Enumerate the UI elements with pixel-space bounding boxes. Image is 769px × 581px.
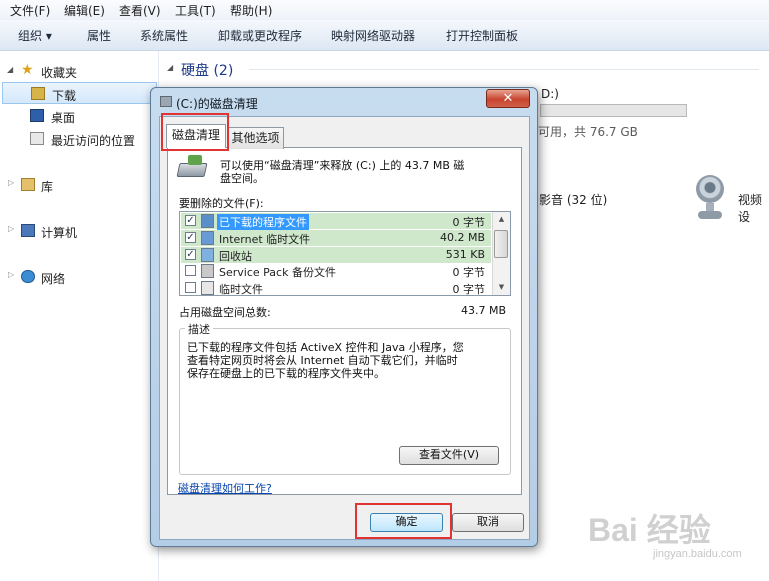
close-button[interactable]: ✕ — [486, 89, 530, 108]
expand-arrow-icon[interactable]: ▷ — [8, 224, 14, 233]
scroll-down-arrow-icon[interactable]: ▼ — [494, 280, 509, 294]
nav-label: 计算机 — [41, 226, 78, 240]
system-properties-button[interactable]: 系统属性 — [140, 27, 188, 44]
file-row[interactable]: Service Pack 备份文件 0 字节 — [181, 263, 491, 279]
file-type-icon — [201, 247, 214, 262]
file-row[interactable]: 临时文件 0 字节 — [181, 280, 491, 296]
music-folder-label[interactable]: 影音 (32 位) — [539, 191, 607, 208]
section-divider — [249, 69, 759, 70]
open-control-panel-button[interactable]: 打开控制面板 — [446, 27, 518, 44]
cancel-button[interactable]: 取消 — [452, 513, 524, 532]
nav-label: 下载 — [52, 89, 77, 103]
description-line: 保存在硬盘上的已下载的程序文件夹中。 — [187, 367, 385, 380]
file-size: 0 字节 — [452, 216, 486, 229]
menu-edit[interactable]: 编辑(E) — [64, 2, 105, 19]
star-icon: ★ — [21, 62, 34, 78]
checkbox-checked-icon[interactable]: ✓ — [185, 231, 196, 243]
network-icon — [21, 270, 35, 283]
file-size: 0 字节 — [452, 266, 486, 280]
scrollbar-thumb[interactable] — [494, 230, 508, 258]
nav-label: 库 — [41, 180, 54, 194]
nav-label: 最近访问的位置 — [51, 134, 136, 148]
highlight-box-tab — [161, 113, 229, 151]
collapse-arrow-icon[interactable]: ◢ — [167, 63, 173, 72]
drive-d-usage-bar — [540, 104, 687, 117]
nav-label: 收藏夹 — [41, 66, 78, 80]
dialog-title: (C:)的磁盘清理 — [176, 97, 258, 111]
highlight-box-ok — [355, 503, 452, 539]
library-icon — [21, 178, 35, 191]
drive-d-label: D:) — [541, 87, 559, 101]
section-title: 硬盘 (2) — [181, 63, 234, 79]
checkbox-checked-icon[interactable]: ✓ — [185, 248, 196, 260]
video-device-label[interactable]: 视频设 — [738, 191, 769, 225]
desktop-icon — [30, 109, 44, 122]
menu-file[interactable]: 文件(F) — [10, 2, 50, 19]
computer-icon — [21, 224, 35, 237]
menu-help[interactable]: 帮助(H) — [230, 2, 272, 19]
scroll-up-arrow-icon[interactable]: ▲ — [494, 212, 509, 226]
file-type-icon — [201, 281, 214, 296]
menu-bar: 文件(F) 编辑(E) 查看(V) 工具(T) 帮助(H) — [0, 0, 769, 21]
disk-cleanup-icon — [176, 155, 210, 179]
file-type-icon — [201, 230, 214, 245]
menu-tools[interactable]: 工具(T) — [175, 2, 216, 19]
expand-arrow-icon[interactable]: ▷ — [8, 178, 14, 187]
folder-download-icon — [31, 87, 45, 100]
file-row[interactable]: ✓ 已下载的程序文件 0 字节 — [181, 213, 491, 230]
file-type-icon — [201, 214, 214, 228]
watermark-url: jingyan.baidu.com — [653, 548, 742, 560]
nav-network[interactable]: ▷ 网络 — [0, 266, 158, 288]
files-to-delete-label: 要删除的文件(F): — [179, 197, 264, 210]
nav-desktop[interactable]: 桌面 — [0, 105, 158, 127]
file-name: 临时文件 — [219, 283, 263, 297]
file-row[interactable]: ✓ Internet 临时文件 40.2 MB — [181, 229, 491, 246]
checkbox-icon[interactable] — [185, 265, 196, 277]
webcam-icon[interactable] — [694, 175, 726, 221]
file-name: 已下载的程序文件 — [217, 214, 309, 230]
tab-more-options[interactable]: 其他选项 — [227, 127, 284, 149]
file-row[interactable]: ✓ 回收站 531 KB — [181, 246, 491, 263]
disk-cleanup-icon — [160, 96, 172, 107]
nav-favorites[interactable]: ◢ ★ 收藏夹 — [0, 60, 158, 82]
file-size: 531 KB — [445, 247, 485, 261]
total-space-value: 43.7 MB — [461, 304, 507, 317]
command-bar: 组织 ▾ 属性 系统属性 卸载或更改程序 映射网络驱动器 打开控制面板 — [0, 20, 769, 51]
file-size: 0 字节 — [452, 283, 486, 297]
nav-downloads[interactable]: 下载 — [2, 82, 157, 104]
intro-text-line2: 盘空间。 — [220, 172, 264, 185]
collapse-arrow-icon[interactable]: ◢ — [7, 65, 13, 74]
checkbox-icon[interactable] — [185, 282, 196, 294]
file-name: Internet 临时文件 — [219, 232, 311, 246]
properties-button[interactable]: 属性 — [87, 27, 111, 44]
nav-label: 网络 — [41, 272, 66, 286]
file-type-icon — [201, 264, 214, 279]
uninstall-program-button[interactable]: 卸载或更改程序 — [218, 27, 302, 44]
drive-d-space: 可用，共 76.7 GB — [538, 125, 638, 139]
expand-arrow-icon[interactable]: ▷ — [8, 270, 14, 279]
nav-libraries[interactable]: ▷ 库 — [0, 174, 158, 196]
file-name: Service Pack 备份文件 — [219, 266, 336, 280]
how-it-works-link[interactable]: 磁盘清理如何工作? — [178, 480, 272, 496]
organize-button[interactable]: 组织 ▾ — [18, 27, 52, 44]
file-size: 40.2 MB — [439, 230, 485, 244]
menu-view[interactable]: 查看(V) — [119, 2, 161, 19]
map-network-drive-button[interactable]: 映射网络驱动器 — [331, 27, 415, 44]
description-legend: 描述 — [185, 321, 213, 337]
total-space-label: 占用磁盘空间总数: — [179, 306, 271, 319]
nav-recent[interactable]: 最近访问的位置 — [0, 128, 158, 150]
nav-computer[interactable]: ▷ 计算机 — [0, 220, 158, 242]
view-files-button[interactable]: 查看文件(V) — [399, 446, 499, 465]
watermark-brand: Bai 经验 — [588, 512, 711, 548]
file-name: 回收站 — [219, 249, 252, 263]
recent-places-icon — [30, 132, 44, 145]
navigation-pane: ◢ ★ 收藏夹 下载 桌面 最近访问的位置 ▷ 库 ▷ 计算机 ▷ 网络 — [0, 51, 159, 581]
checkbox-checked-icon[interactable]: ✓ — [185, 215, 196, 226]
nav-label: 桌面 — [51, 111, 76, 125]
